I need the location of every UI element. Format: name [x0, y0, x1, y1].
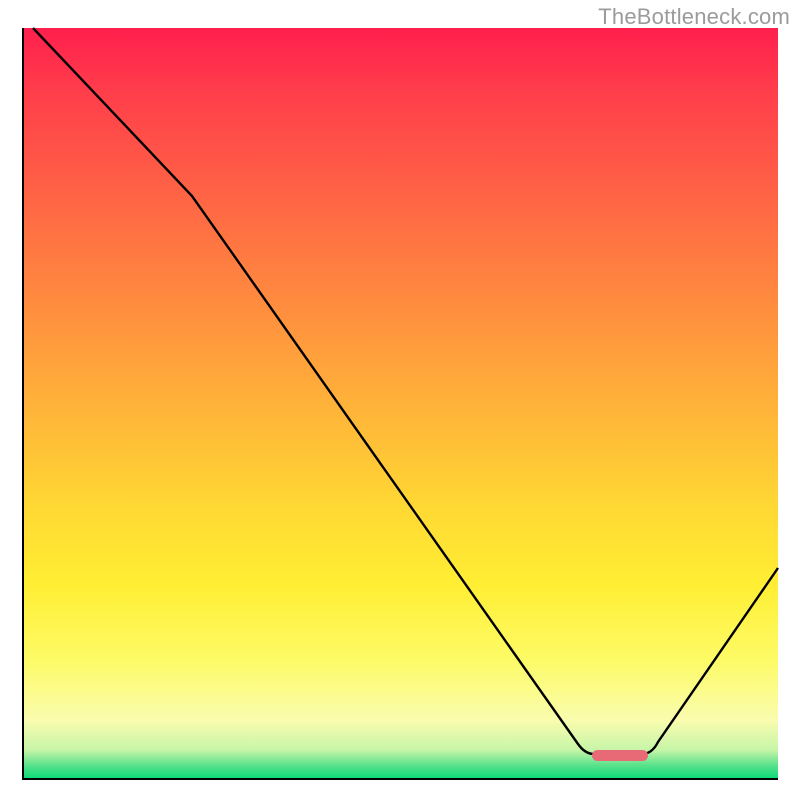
chart-root: TheBottleneck.com: [0, 0, 800, 800]
curve-path: [33, 28, 778, 754]
optimal-marker: [592, 750, 648, 761]
attribution-label: TheBottleneck.com: [598, 4, 790, 30]
plot-area: [22, 28, 778, 780]
bottleneck-curve: [22, 28, 778, 780]
